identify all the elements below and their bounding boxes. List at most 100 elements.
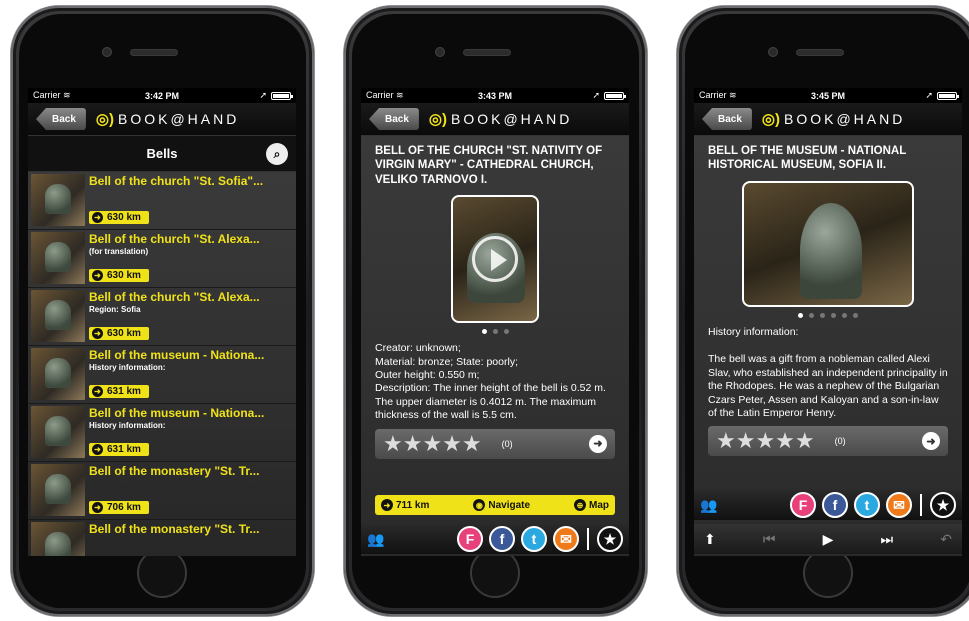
back-button[interactable]: Back xyxy=(369,108,419,130)
list-item[interactable]: Bell of the church "St. Alexa... (for tr… xyxy=(28,230,296,288)
people-icon[interactable]: 👥 xyxy=(700,497,720,514)
list-header: Bells ⌕ xyxy=(28,136,296,172)
favorite-star-icon[interactable]: ★ xyxy=(597,526,623,552)
play-icon[interactable]: ▶ xyxy=(823,531,834,548)
search-icon[interactable]: ⌕ xyxy=(266,143,288,165)
book-logo-icon: ◎) xyxy=(428,111,447,128)
next-track-icon[interactable]: ⏭ xyxy=(881,531,894,548)
list-item[interactable]: Bell of the monastery "St. Tr... ➜ 706 km xyxy=(28,462,296,520)
arrow-right-icon: ➜ xyxy=(381,499,393,511)
front-camera xyxy=(436,48,444,56)
location-arrow-icon: ➚ xyxy=(259,90,267,100)
arrow-right-icon: ➜ xyxy=(92,502,103,513)
arrow-right-icon[interactable]: ➜ xyxy=(589,434,607,453)
distance-badge: ➜ 630 km xyxy=(89,211,149,224)
desc-line: Material: bronze; State: poorly; xyxy=(375,355,518,368)
status-time: 3:45 PM xyxy=(810,90,845,101)
rating-bar: ★★★★★ (0) ➜ xyxy=(708,426,948,457)
desc-line: Description: The inner height of the bel… xyxy=(375,382,606,422)
distance-badge: ➜ 631 km xyxy=(89,385,149,398)
page-title: Bells xyxy=(146,146,178,161)
earpiece-speaker xyxy=(797,50,843,55)
arrow-right-icon[interactable]: ➜ xyxy=(922,432,940,451)
divider xyxy=(920,494,922,516)
map-button[interactable]: ⊕ Map xyxy=(574,499,609,511)
app-brand: ◎) BOOK@HAND xyxy=(95,111,240,128)
distance-badge: ➜ 630 km xyxy=(89,269,149,282)
map-icon: ⊕ xyxy=(574,499,586,511)
item-subtitle: Region: Sofia xyxy=(89,305,141,314)
item-subtitle: History information: xyxy=(89,363,166,372)
front-camera xyxy=(769,48,777,56)
mail-icon[interactable]: ✉ xyxy=(553,526,579,552)
navigate-button[interactable]: ◉ Navigate xyxy=(473,499,530,511)
battery-icon xyxy=(604,91,626,100)
people-icon[interactable]: 👥 xyxy=(367,531,387,548)
bell-image xyxy=(800,202,862,299)
earpiece-speaker xyxy=(131,50,177,55)
bell-thumbnail xyxy=(31,348,85,400)
list-item[interactable]: Bell of the church "St. Alexa... Region:… xyxy=(28,288,296,346)
back-button[interactable]: Back xyxy=(36,108,86,130)
rating-stars[interactable]: ★★★★★ xyxy=(716,428,815,454)
earpiece-speaker xyxy=(464,50,510,55)
share-bar: 👥 F f t ✉ ★ xyxy=(361,524,629,554)
screen-bell-list: Carrier ≋ 3:42 PM ➚ Back ◎) BOOK@HAND Bel… xyxy=(28,88,296,556)
up-arrow-icon[interactable]: ⬆ xyxy=(704,531,716,548)
page-dots[interactable] xyxy=(708,312,948,318)
audio-player: ⬆ ⏮ ▶ ⏭ ↶ xyxy=(694,524,962,554)
facebook-icon[interactable]: f xyxy=(489,526,515,552)
phone-frame-1: Carrier ≋ 3:42 PM ➚ Back ◎) BOOK@HAND Bel… xyxy=(11,6,314,616)
status-bar: Carrier ≋ 3:43 PM ➚ xyxy=(361,88,629,103)
distance-badge: ➜ 630 km xyxy=(89,327,149,340)
bell-thumbnail xyxy=(31,232,85,284)
arrow-right-icon: ➜ xyxy=(92,444,103,455)
rating-count: (0) xyxy=(501,438,513,449)
bell-thumbnail xyxy=(31,174,85,226)
rating-stars[interactable]: ★★★★★ xyxy=(383,431,482,457)
list-item[interactable]: Bell of the church "St. Sofia"... ➜ 630 k… xyxy=(28,172,296,230)
book-logo-icon: ◎) xyxy=(95,111,114,128)
back-button[interactable]: Back xyxy=(702,108,752,130)
item-title: Bell of the church "St. Alexa... xyxy=(89,232,260,246)
foursquare-icon[interactable]: F xyxy=(790,492,816,518)
play-icon[interactable] xyxy=(472,236,518,283)
item-subtitle xyxy=(89,479,293,489)
twitter-icon[interactable]: t xyxy=(854,492,880,518)
status-bar: Carrier ≋ 3:45 PM ➚ xyxy=(694,88,962,103)
carrier-label: Carrier ≋ xyxy=(33,90,71,100)
carrier-label: Carrier ≋ xyxy=(366,90,404,100)
divider xyxy=(587,528,589,550)
facebook-icon[interactable]: f xyxy=(822,492,848,518)
distance-badge: ➜ 631 km xyxy=(89,443,149,456)
bell-thumbnail xyxy=(31,406,85,458)
arrow-right-icon: ➜ xyxy=(92,270,103,281)
battery-icon xyxy=(937,91,959,100)
desc-line: Creator: unknown; xyxy=(375,342,461,355)
location-arrow-icon: ➚ xyxy=(925,90,933,100)
item-title: Bell of the museum - Nationa... xyxy=(89,348,265,362)
previous-track-icon[interactable]: ⏮ xyxy=(763,531,776,548)
twitter-icon[interactable]: t xyxy=(521,526,547,552)
bell-thumbnail xyxy=(31,464,85,516)
status-time: 3:42 PM xyxy=(144,90,179,101)
phone-frame-2: Carrier ≋ 3:43 PM ➚ Back ◎) BOOK@HAND BEL… xyxy=(344,6,647,616)
nav-bar: Back ◎) BOOK@HAND xyxy=(28,103,296,136)
detail-panel: BELL OF THE CHURCH "ST. NATIVITY OF VIRG… xyxy=(361,136,629,556)
list-item[interactable]: Bell of the monastery "St. Tr... xyxy=(28,520,296,556)
battery-icon xyxy=(271,91,293,100)
bell-media[interactable] xyxy=(451,195,539,324)
status-time: 3:43 PM xyxy=(477,90,512,101)
undo-icon[interactable]: ↶ xyxy=(940,531,952,548)
foursquare-icon[interactable]: F xyxy=(457,526,483,552)
list-item[interactable]: Bell of the museum - Nationa... History … xyxy=(28,404,296,462)
bell-media[interactable] xyxy=(742,180,914,307)
distance-button[interactable]: ➜ 711 km xyxy=(381,499,429,511)
screen-bell-detail-audio: Carrier ≋ 3:45 PM ➚ Back ◎) BOOK@HAND BEL… xyxy=(694,88,962,556)
page-dots[interactable] xyxy=(375,329,615,335)
bell-thumbnail xyxy=(31,290,85,342)
favorite-star-icon[interactable]: ★ xyxy=(930,492,956,518)
bell-thumbnail xyxy=(31,522,85,556)
mail-icon[interactable]: ✉ xyxy=(886,492,912,518)
list-item[interactable]: Bell of the museum - Nationa... History … xyxy=(28,346,296,404)
